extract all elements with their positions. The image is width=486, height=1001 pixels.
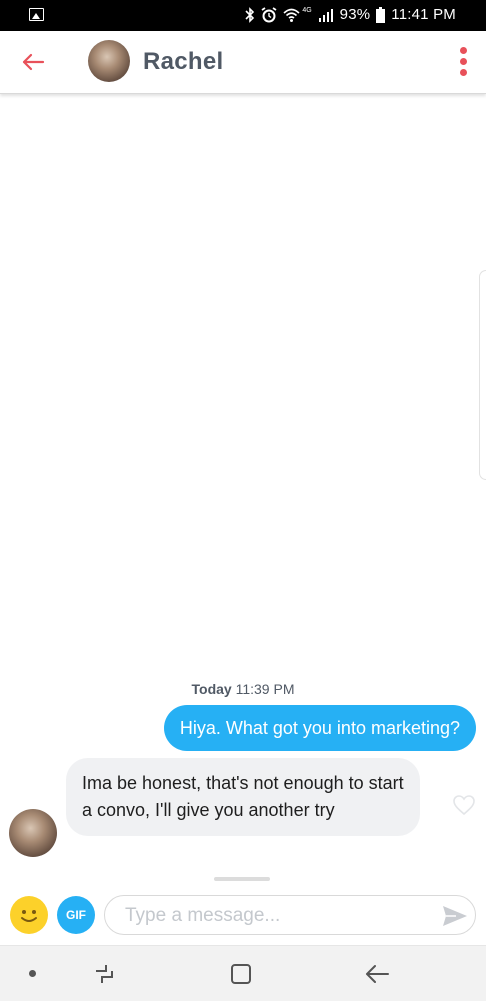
image-icon <box>29 8 44 21</box>
contact-name[interactable]: Rachel <box>143 48 224 76</box>
message-input[interactable] <box>123 900 437 932</box>
received-message-bubble[interactable]: Ima be honest, that's not enough to star… <box>66 758 420 836</box>
signal-icon <box>318 8 333 22</box>
battery-icon <box>376 6 386 23</box>
recent-apps-icon[interactable] <box>92 963 116 985</box>
home-icon[interactable] <box>230 963 252 985</box>
sent-message-bubble[interactable]: Hiya. What got you into marketing? <box>163 705 476 751</box>
message-composer <box>104 895 476 935</box>
battery-percent: 93% <box>339 6 371 23</box>
drag-handle[interactable] <box>214 877 270 881</box>
chat-header: Rachel <box>0 31 486 94</box>
timestamp-time: 11:39 PM <box>235 681 295 697</box>
sender-avatar[interactable] <box>9 809 57 857</box>
nav-dot-icon[interactable] <box>29 970 36 977</box>
message-timestamp: Today 11:39 PM <box>0 681 486 697</box>
more-vertical-icon[interactable] <box>460 47 468 77</box>
status-bar: 4G 93% 11:41 PM <box>0 0 486 31</box>
nav-back-icon[interactable] <box>364 962 390 986</box>
bluetooth-icon <box>245 6 255 23</box>
send-icon[interactable] <box>441 902 469 930</box>
back-arrow-icon[interactable] <box>20 49 46 75</box>
gif-button[interactable]: GIF <box>57 896 95 934</box>
clock: 11:41 PM <box>391 6 456 23</box>
avatar[interactable] <box>88 40 130 82</box>
system-nav-bar <box>0 945 486 1001</box>
emoji-button[interactable] <box>10 896 48 934</box>
side-panel-handle[interactable] <box>479 270 486 480</box>
heart-icon[interactable] <box>452 794 476 816</box>
alarm-icon <box>261 6 277 22</box>
emoji-icon <box>21 910 37 922</box>
status-icons: 4G 93% 11:41 PM <box>245 6 456 23</box>
wifi-icon <box>283 8 300 22</box>
network-label: 4G <box>302 7 312 14</box>
timestamp-day: Today <box>191 681 232 697</box>
